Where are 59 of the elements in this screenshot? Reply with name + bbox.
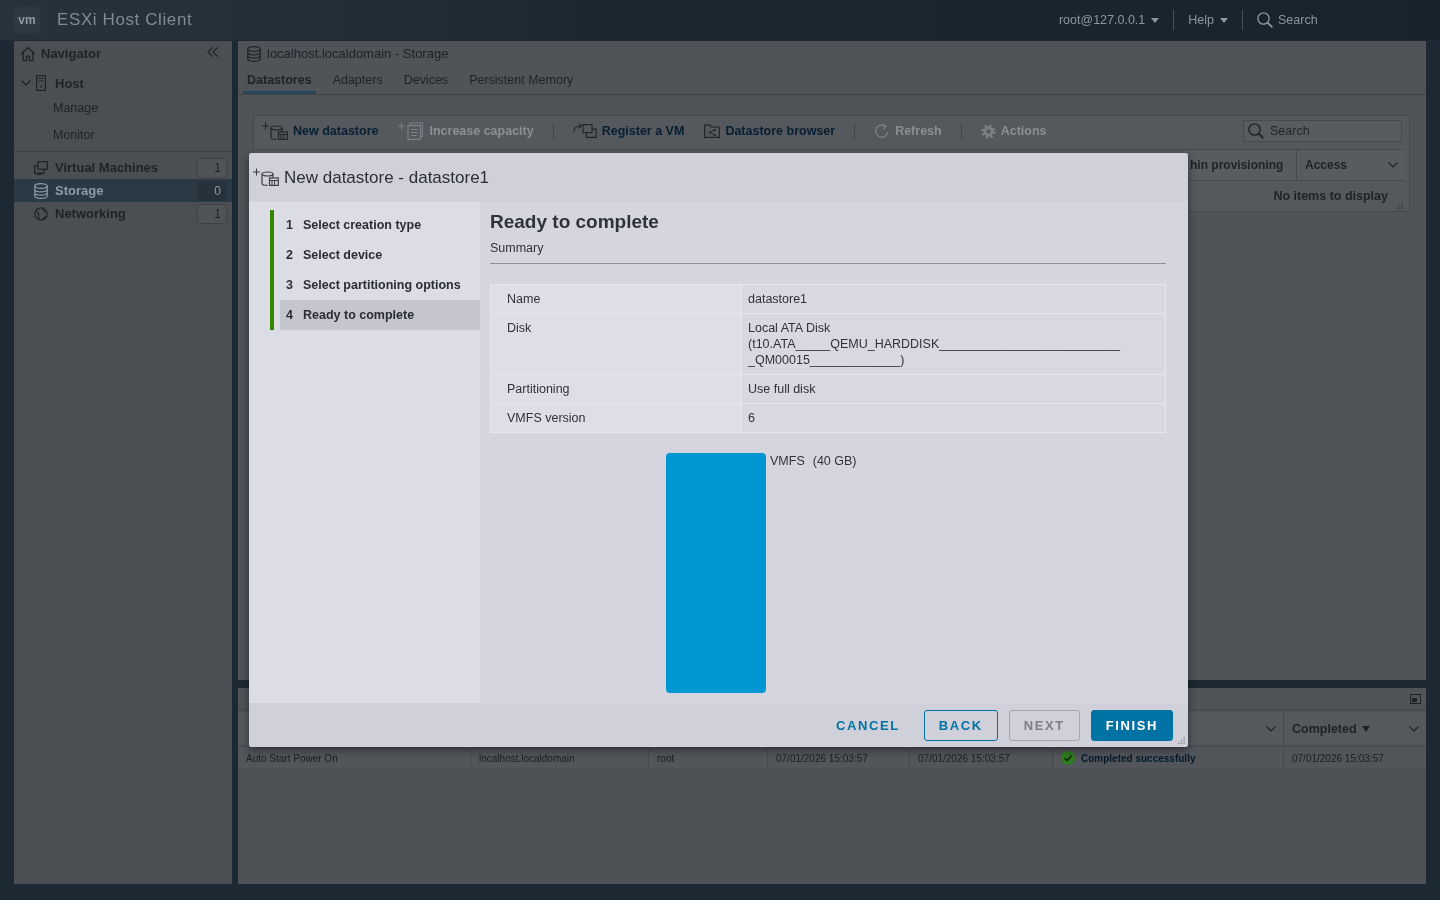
chevron-down-icon[interactable] bbox=[21, 80, 31, 86]
folder-icon bbox=[704, 124, 721, 138]
chevron-down-icon[interactable] bbox=[1388, 162, 1398, 168]
chevron-down-icon[interactable] bbox=[1266, 725, 1276, 732]
help-menu[interactable]: Help bbox=[1188, 13, 1228, 27]
settings-icon bbox=[980, 123, 996, 139]
resize-grip-icon[interactable] bbox=[1178, 737, 1185, 744]
server-icon bbox=[36, 75, 46, 91]
caret-down-icon bbox=[1151, 17, 1160, 23]
toolbar-button[interactable]: Datastore browser bbox=[704, 124, 836, 138]
count-badge: 0 bbox=[197, 180, 227, 201]
summary-label: VMFS version bbox=[491, 404, 741, 432]
nav-item[interactable]: Storage 0 bbox=[14, 179, 232, 202]
search-field[interactable]: Search bbox=[1243, 120, 1402, 142]
summary-label: Name bbox=[491, 285, 741, 314]
home-icon bbox=[20, 45, 36, 62]
partition-size: (40 GB) bbox=[812, 454, 857, 468]
column-header[interactable]: hin provisioning bbox=[1188, 150, 1296, 180]
refresh-icon bbox=[874, 123, 891, 139]
section-subtitle: Summary bbox=[490, 240, 1166, 264]
toolbar-button[interactable]: New datastore bbox=[262, 122, 379, 140]
app-title: ESXi Host Client bbox=[57, 10, 193, 30]
partition-name: VMFS bbox=[770, 454, 805, 468]
wizard-step[interactable]: 4 Ready to complete bbox=[280, 300, 480, 330]
summary-value: Local ATA Disk (t10.ATA_____QEMU_HARDDISK___________________________QM00015_____________) bbox=[741, 314, 1165, 375]
summary-label: Disk bbox=[491, 314, 741, 375]
double-chevron-left-icon[interactable] bbox=[207, 47, 218, 57]
wizard-step[interactable]: 2 Select device bbox=[280, 240, 480, 270]
database-plus-icon bbox=[253, 167, 279, 186]
toolbar-button[interactable]: Register a VM bbox=[572, 123, 685, 139]
section-heading: Ready to complete bbox=[490, 210, 660, 234]
sort-down-icon[interactable] bbox=[1361, 725, 1370, 732]
globe-icon bbox=[34, 206, 48, 221]
status-text[interactable]: Completed successfully bbox=[1081, 752, 1196, 764]
caret-down-icon bbox=[1220, 17, 1228, 23]
check-circle-icon bbox=[1061, 751, 1075, 765]
dialog-title: New datastore - datastore1 bbox=[284, 167, 490, 188]
arrow-into-boxes-icon bbox=[572, 123, 597, 139]
document-plus-icon bbox=[398, 122, 425, 140]
summary-label: Partitioning bbox=[491, 375, 741, 404]
column-header[interactable]: Access bbox=[1296, 150, 1405, 180]
back-button[interactable]: BACK bbox=[923, 709, 998, 741]
chevron-down-icon[interactable] bbox=[1409, 725, 1419, 732]
wizard-step[interactable]: 3 Select partitioning options bbox=[280, 270, 480, 300]
logo: vm bbox=[14, 7, 40, 33]
database-plus-icon bbox=[262, 122, 288, 140]
table-cell: 07/01/2026 15:03:57 bbox=[1283, 748, 1426, 768]
finish-button[interactable]: FINISH bbox=[1090, 709, 1173, 741]
database-icon bbox=[34, 182, 48, 199]
database-icon bbox=[247, 45, 261, 62]
cancel-button[interactable]: CANCEL bbox=[823, 709, 913, 741]
wizard-step[interactable]: 1 Select creation type bbox=[280, 210, 480, 240]
summary-value: Use full disk bbox=[741, 375, 1165, 404]
user-menu[interactable]: root@127.0.0.1 bbox=[1058, 13, 1160, 27]
restore-window-icon[interactable] bbox=[1410, 693, 1421, 704]
monitors-icon bbox=[34, 160, 48, 175]
search-field[interactable]: Search bbox=[1278, 13, 1340, 27]
summary-value: datastore1 bbox=[741, 285, 1165, 314]
search-icon bbox=[1257, 12, 1273, 28]
